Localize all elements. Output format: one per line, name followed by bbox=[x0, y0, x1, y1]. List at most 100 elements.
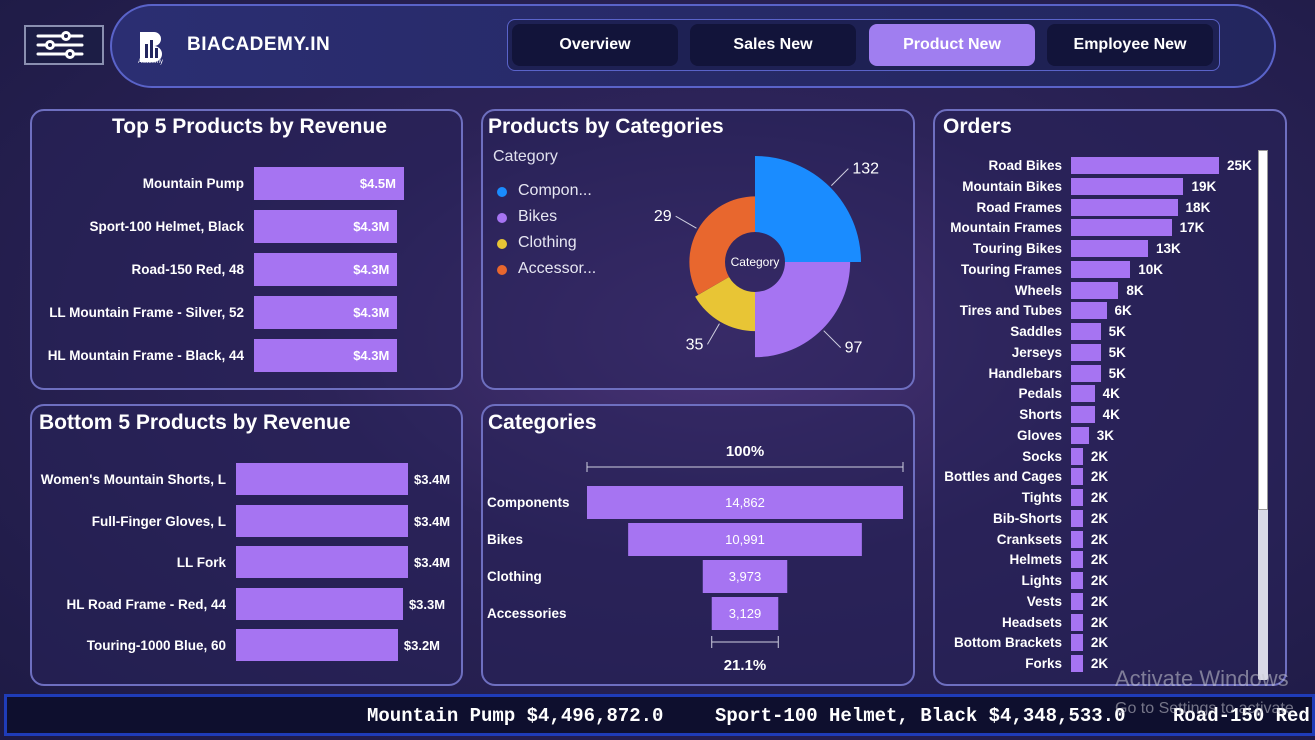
bar-label: Women's Mountain Shorts, L bbox=[40, 472, 226, 487]
orders-bar bbox=[1071, 157, 1219, 174]
orders-value: 2K bbox=[1090, 593, 1109, 609]
orders-label: Forks bbox=[1025, 656, 1062, 671]
orders-label: Bottles and Cages bbox=[944, 469, 1062, 485]
orders-label: Road Frames bbox=[976, 199, 1062, 215]
orders-label: Road Bikes bbox=[988, 158, 1062, 173]
filter-menu-button[interactable] bbox=[24, 25, 104, 65]
orders-bar bbox=[1071, 551, 1083, 569]
orders-bar bbox=[1071, 260, 1131, 278]
bar-value: $4.5M bbox=[359, 176, 396, 191]
orders-value: 17K bbox=[1179, 220, 1205, 236]
bar-value: $3.3M bbox=[408, 596, 446, 612]
orders-bar bbox=[1071, 572, 1083, 589]
bar-value: $4.3M bbox=[353, 262, 390, 277]
orders-bar bbox=[1071, 281, 1119, 299]
bar bbox=[236, 587, 403, 620]
tab-sales-new[interactable]: Sales New bbox=[690, 24, 856, 66]
donut-center-label: Category bbox=[731, 255, 780, 269]
tab-overview[interactable]: Overview bbox=[512, 24, 678, 66]
orders-value: 18K bbox=[1185, 199, 1211, 215]
orders-value: 2K bbox=[1090, 490, 1109, 505]
orders-bar bbox=[1071, 198, 1178, 216]
orders-label: Shorts bbox=[1019, 407, 1062, 422]
brand-logo: Academy bbox=[136, 28, 172, 66]
orders-label: Tires and Tubes bbox=[959, 303, 1062, 319]
orders-value: 2K bbox=[1090, 531, 1109, 547]
orders-label: Touring Frames bbox=[960, 261, 1062, 277]
orders-label: Mountain Frames bbox=[950, 220, 1062, 236]
logo-subtitle: Academy bbox=[138, 59, 164, 65]
orders-label: Bib-Shorts bbox=[993, 510, 1062, 526]
leader-line bbox=[823, 330, 842, 349]
leader-line bbox=[831, 168, 849, 186]
bar bbox=[236, 463, 408, 495]
funnel-top-percent: 100% bbox=[726, 443, 764, 460]
windows-watermark-sub: Go to Settings to activate bbox=[1115, 700, 1294, 717]
orders-bar bbox=[1071, 447, 1083, 465]
orders-value: 2K bbox=[1090, 635, 1109, 651]
orders-value: 2K bbox=[1090, 448, 1109, 464]
orders-label: Gloves bbox=[1016, 427, 1062, 443]
slice-value: 132 bbox=[852, 161, 879, 178]
orders-value: 2K bbox=[1090, 510, 1109, 526]
bar-value: $4.3M bbox=[353, 219, 390, 234]
orders-label: Lights bbox=[1021, 573, 1063, 588]
orders-label: Jerseys bbox=[1011, 344, 1062, 360]
bar-label: HL Road Frame - Red, 44 bbox=[66, 596, 226, 612]
orders-label: Pedals bbox=[1018, 386, 1062, 402]
bar bbox=[236, 629, 398, 661]
orders-value: 5K bbox=[1108, 324, 1126, 339]
bar-label: Mountain Pump bbox=[142, 176, 244, 191]
orders-scroll-thumb[interactable] bbox=[1258, 150, 1268, 510]
orders-value: 4K bbox=[1102, 386, 1120, 402]
orders-value: 3K bbox=[1096, 427, 1115, 443]
funnel-bottom-bracket bbox=[711, 636, 779, 648]
tab-product-new[interactable]: Product New bbox=[869, 24, 1035, 66]
orders-value: 2K bbox=[1090, 469, 1109, 485]
orders-bar bbox=[1071, 613, 1083, 631]
donut-slice bbox=[689, 196, 755, 295]
funnel-bottom-percent: 21.1% bbox=[724, 657, 767, 674]
bar bbox=[236, 504, 408, 537]
orders-value: 25K bbox=[1227, 158, 1252, 173]
orders-label: Socks bbox=[1022, 448, 1062, 464]
orders-value: 2K bbox=[1090, 552, 1109, 568]
ticker-item: Mountain Pump $4,496,872.0 bbox=[367, 705, 664, 727]
funnel-label: Clothing bbox=[487, 569, 542, 584]
orders-bar bbox=[1071, 489, 1083, 506]
funnel-label: Bikes bbox=[487, 532, 523, 547]
orders-bar bbox=[1071, 302, 1107, 320]
orders-value: 6K bbox=[1114, 303, 1132, 319]
bar-label: Full-Finger Gloves, L bbox=[91, 513, 226, 529]
orders-bar bbox=[1071, 468, 1083, 486]
orders-label: Handlebars bbox=[988, 365, 1062, 381]
bar-label: LL Mountain Frame - Silver, 52 bbox=[49, 305, 244, 320]
slice-value: 29 bbox=[654, 208, 672, 225]
orders-bar bbox=[1071, 426, 1089, 444]
orders-bar bbox=[1071, 509, 1083, 527]
orders-bar bbox=[1071, 655, 1083, 672]
bar-label: LL Fork bbox=[176, 555, 226, 570]
orders-value: 2K bbox=[1090, 656, 1109, 671]
orders-bar bbox=[1071, 406, 1095, 423]
funnel-value: 3,973 bbox=[729, 569, 762, 584]
tab-employee-new[interactable]: Employee New bbox=[1047, 24, 1213, 66]
windows-watermark: Activate Windows bbox=[1115, 666, 1289, 691]
funnel-top-bracket bbox=[586, 462, 904, 472]
orders-bar bbox=[1071, 219, 1172, 237]
slice-value: 35 bbox=[686, 336, 704, 353]
orders-bar bbox=[1071, 323, 1101, 340]
leader-line bbox=[675, 215, 697, 229]
donut-chart: 132 97 35 29 Category bbox=[654, 156, 879, 358]
orders-bar bbox=[1071, 385, 1095, 403]
orders-value: 5K bbox=[1108, 344, 1126, 360]
nav-tabs: Overview Sales New Product New Employee … bbox=[507, 19, 1220, 71]
orders-label: Headsets bbox=[1001, 614, 1062, 630]
orders-value: 8K bbox=[1126, 282, 1144, 298]
funnel-value: 3,129 bbox=[729, 606, 762, 621]
orders-value: 2K bbox=[1090, 614, 1109, 630]
funnel-label: Accessories bbox=[487, 606, 567, 621]
orders-value: 2K bbox=[1090, 573, 1109, 588]
sliders-icon bbox=[36, 31, 84, 59]
orders-bar bbox=[1071, 530, 1083, 548]
